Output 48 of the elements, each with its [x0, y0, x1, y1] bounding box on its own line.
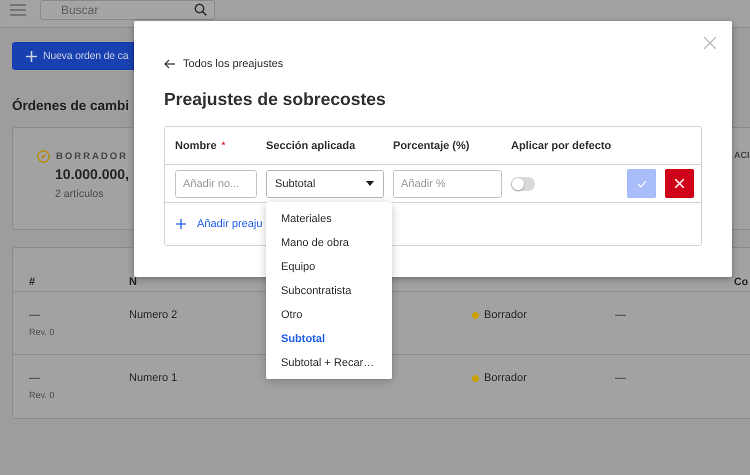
revision-label: Rev. 0 [29, 390, 54, 400]
dropdown-option[interactable]: Otro [266, 302, 392, 326]
page-heading: Órdenes de cambi [12, 98, 130, 113]
card-amount: 10.000.000, [55, 166, 130, 182]
column-header: Co [734, 276, 748, 288]
plus-icon [26, 50, 37, 62]
check-icon [636, 180, 646, 188]
pencil-icon [37, 150, 50, 163]
search-icon[interactable] [194, 2, 207, 16]
arrow-left-icon [164, 59, 175, 69]
card-count: 2 artículos [55, 188, 104, 200]
dropdown-option[interactable]: Subtotal [266, 326, 392, 350]
modal-title: Preajustes de sobrecostes [164, 89, 387, 110]
card-label: ACI [734, 150, 750, 160]
table-cell: — [615, 372, 626, 384]
revision-label: Rev. 0 [29, 327, 54, 337]
dropdown-option[interactable]: Equipo [266, 254, 392, 278]
cancel-button[interactable] [665, 169, 694, 198]
required-mark: * [222, 140, 226, 150]
column-header: N [129, 276, 137, 288]
search-field[interactable]: Buscar [40, 0, 215, 20]
menu-icon[interactable] [10, 4, 26, 16]
caret-icon [366, 181, 374, 186]
dropdown-option[interactable]: Subtotal + Recar… [266, 350, 392, 374]
percent-field[interactable]: Añadir % [393, 170, 502, 198]
column-header: Aplicar por defecto [511, 140, 612, 152]
column-header: # [29, 276, 36, 288]
table-cell: Numero 1 [129, 372, 178, 384]
close-icon [675, 179, 684, 188]
dropdown-option[interactable]: Mano de obra [266, 230, 392, 254]
name-field[interactable]: Añadir no... [175, 170, 257, 198]
close-icon[interactable] [704, 37, 716, 49]
default-toggle[interactable] [511, 176, 535, 190]
add-preset-link[interactable]: Añadir preaju [176, 218, 262, 230]
column-header: Sección aplicada [266, 140, 356, 152]
dropdown-option[interactable]: Materiales [266, 206, 392, 230]
column-header: Porcentaje (%) [393, 140, 470, 152]
section-select[interactable]: Subtotal [266, 170, 384, 198]
dropdown-option[interactable]: Subcontratista [266, 278, 392, 302]
card-label: BORRADOR [56, 151, 128, 162]
column-header: Nombre * [175, 140, 226, 152]
plus-icon [176, 219, 186, 229]
table-cell-text: — [29, 372, 41, 384]
table-cell: — [615, 309, 626, 321]
status-label: Borrador [484, 309, 527, 321]
table-cell-text: — [29, 309, 41, 321]
status-label: Borrador [484, 372, 527, 384]
table-cell: Numero 2 [129, 309, 178, 321]
